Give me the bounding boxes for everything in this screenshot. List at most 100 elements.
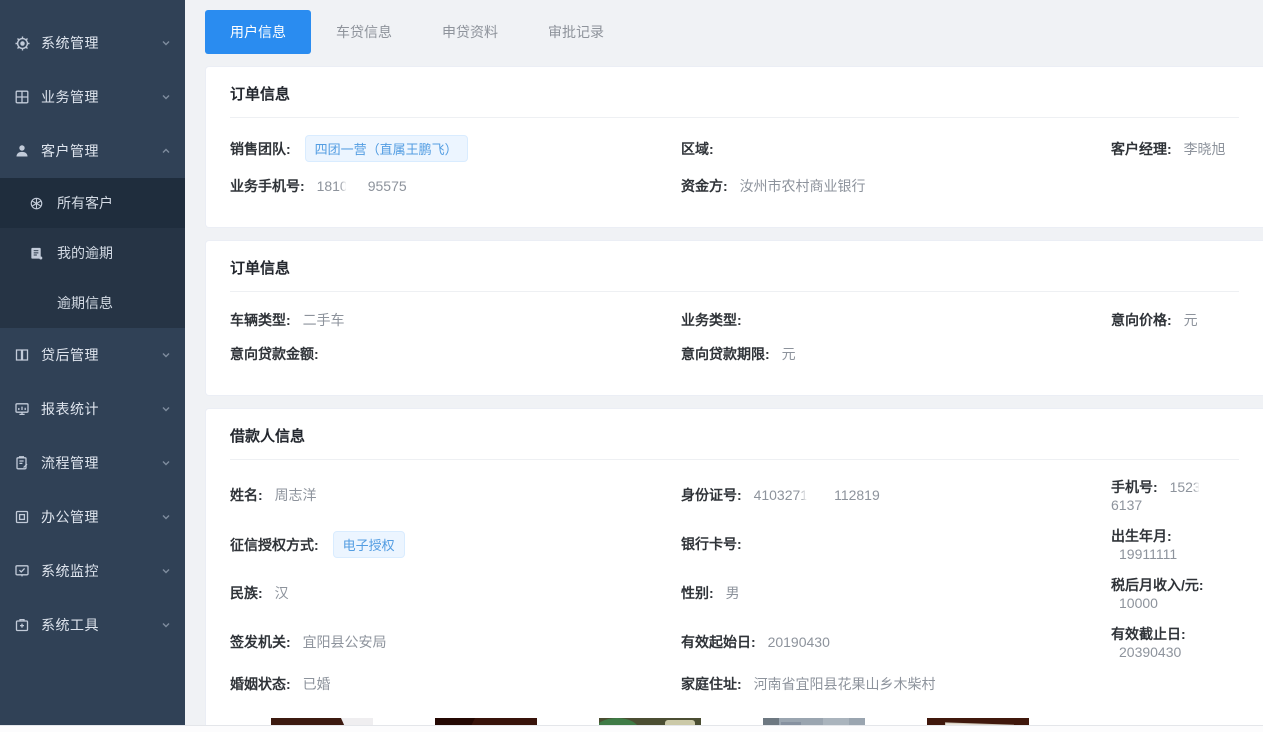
sidebar-item-system-tools[interactable]: 系统工具: [0, 598, 185, 652]
field-value: 20190430: [768, 634, 830, 650]
sidebar-subitem-label: 所有客户: [57, 193, 113, 213]
field-birth-date: 出生年月: 19911111: [1111, 526, 1239, 562]
tab-user-info[interactable]: 用户信息: [205, 10, 311, 54]
book-open-icon: [13, 346, 31, 364]
field-id-number: 身份证号: 4103271112819: [681, 485, 1111, 505]
chevron-down-icon: [161, 458, 171, 468]
field-label: 银行卡号:: [681, 536, 742, 552]
detail-tabbar: 用户信息 车贷信息 申贷资料 审批记录: [205, 10, 1263, 54]
field-row: 征信授权方式: 电子授权 银行卡号: 出生年月: 19911111: [230, 526, 1239, 562]
field-value: 周志洋: [275, 487, 317, 503]
wheel-icon: [28, 195, 45, 212]
sidebar-item-process-management[interactable]: 流程管理: [0, 436, 185, 490]
sidebar-item-label: 流程管理: [41, 453, 161, 473]
chevron-down-icon: [161, 512, 171, 522]
sidebar-item-label: 系统工具: [41, 615, 161, 635]
field-credit-authorization: 征信授权方式: 电子授权: [230, 531, 681, 558]
field-account-manager: 客户经理: 李晓旭: [1111, 139, 1239, 159]
sidebar-subitem-overdue-info[interactable]: 逾期信息: [0, 278, 185, 328]
field-business-phone: 业务手机号: 181095575: [230, 176, 681, 196]
sidebar-item-post-loan-management[interactable]: 贷后管理: [0, 328, 185, 382]
field-value: 汝州市农村商业银行: [740, 178, 866, 194]
field-intended-price: 意向价格: 元: [1111, 310, 1239, 330]
field-label: 意向贷款金额:: [230, 346, 319, 362]
field-monthly-income: 税后月收入/元: 10000: [1111, 575, 1239, 611]
field-region: 区域:: [681, 139, 1111, 159]
card-title: 订单信息: [230, 257, 1239, 292]
grid-icon: [13, 88, 31, 106]
field-value: 男: [726, 585, 740, 601]
horizontal-scrollbar[interactable]: [0, 725, 1263, 732]
chevron-down-icon: [161, 566, 171, 576]
sidebar-item-office-management[interactable]: 办公管理: [0, 490, 185, 544]
field-label: 签发机关:: [230, 634, 291, 650]
credit-authorization-tag[interactable]: 电子授权: [333, 531, 405, 558]
field-home-address: 家庭住址: 河南省宜阳县花果山乡木柴村: [681, 674, 1111, 694]
tab-car-loan-info[interactable]: 车贷信息: [311, 10, 417, 54]
sidebar-item-customer-management[interactable]: 客户管理: [0, 124, 185, 178]
order-info-card: 订单信息 销售团队: 四团一营（直属王鹏飞） 区域: 客户经理: 李晓旭 业务手…: [205, 66, 1263, 228]
field-label: 有效截止日:: [1111, 626, 1186, 642]
sidebar-item-label: 系统管理: [41, 33, 161, 53]
tab-approval-records[interactable]: 审批记录: [523, 10, 629, 54]
field-label: 意向价格:: [1111, 312, 1172, 328]
field-label: 性别:: [681, 585, 714, 601]
field-label: 资金方:: [681, 178, 728, 194]
field-label: 税后月收入/元:: [1111, 577, 1204, 593]
square-in-square-icon: [13, 508, 31, 526]
field-row: 婚姻状态: 已婚 家庭住址: 河南省宜阳县花果山乡木柴村: [230, 673, 1239, 694]
field-gender: 性别: 男: [681, 583, 1111, 603]
field-marital-status: 婚姻状态: 已婚: [230, 674, 681, 694]
sales-team-tag[interactable]: 四团一营（直属王鹏飞）: [305, 135, 468, 162]
chevron-up-icon: [161, 146, 171, 156]
tab-loan-application-materials[interactable]: 申贷资料: [417, 10, 523, 54]
field-funder: 资金方: 汝州市农村商业银行: [681, 176, 1111, 196]
field-value: 19911111: [1119, 546, 1177, 562]
sidebar-item-label: 贷后管理: [41, 345, 161, 365]
field-valid-from: 有效起始日: 20190430: [681, 632, 1111, 652]
field-valid-to: 有效截止日: 20390430: [1111, 624, 1239, 660]
sidebar: 系统管理 业务管理 客户管理 所有客户: [0, 0, 185, 732]
field-vehicle-type: 车辆类型: 二手车: [230, 310, 681, 330]
field-business-type: 业务类型:: [681, 310, 1111, 330]
field-issuing-authority: 签发机关: 宜阳县公安局: [230, 632, 681, 652]
field-value: 4103271112819: [754, 487, 880, 503]
field-label: 出生年月:: [1111, 528, 1172, 544]
field-label: 区域:: [681, 141, 714, 157]
sidebar-subitem-all-customers[interactable]: 所有客户: [0, 178, 185, 228]
field-name: 姓名: 周志洋: [230, 485, 681, 505]
field-value: 元: [782, 346, 796, 362]
redaction-blur: [1199, 479, 1225, 494]
field-value: 宜阳县公安局: [303, 634, 387, 650]
field-label: 征信授权方式:: [230, 537, 319, 553]
sidebar-item-system-monitor[interactable]: 系统监控: [0, 544, 185, 598]
card-title: 借款人信息: [230, 425, 1239, 460]
sidebar-item-report-statistics[interactable]: 报表统计: [0, 382, 185, 436]
sidebar-item-label: 客户管理: [41, 141, 161, 161]
sidebar-item-system-management[interactable]: 系统管理: [0, 16, 185, 70]
field-ethnicity: 民族: 汉: [230, 583, 681, 603]
field-row: 意向贷款金额: 意向贷款期限: 元: [230, 343, 1239, 364]
field-row: 业务手机号: 181095575 资金方: 汝州市农村商业银行: [230, 175, 1239, 196]
field-label: 业务类型:: [681, 312, 742, 328]
sidebar-item-label: 业务管理: [41, 87, 161, 107]
sidebar-subitem-my-overdue[interactable]: 我的逾期: [0, 228, 185, 278]
sidebar-item-business-management[interactable]: 业务管理: [0, 70, 185, 124]
field-row: 姓名: 周志洋 身份证号: 4103271112819 手机号: 1523613…: [230, 477, 1239, 513]
field-value: 20390430: [1119, 644, 1181, 660]
field-label: 手机号:: [1111, 479, 1158, 495]
field-row: 销售团队: 四团一营（直属王鹏飞） 区域: 客户经理: 李晓旭: [230, 135, 1239, 162]
field-value: 汉: [275, 585, 289, 601]
field-label: 客户经理:: [1111, 141, 1172, 157]
monitor-chart-icon: [13, 400, 31, 418]
field-label: 有效起始日:: [681, 634, 756, 650]
clipboard-icon: [13, 454, 31, 472]
field-value: 河南省宜阳县花果山乡木柴村: [754, 676, 936, 692]
field-bank-card: 银行卡号:: [681, 534, 1111, 554]
borrower-info-card: 借款人信息 姓名: 周志洋 身份证号: 4103271112819 手机号: 1…: [205, 408, 1263, 732]
field-label: 意向贷款期限:: [681, 346, 770, 362]
chevron-down-icon: [161, 38, 171, 48]
field-sales-team: 销售团队: 四团一营（直属王鹏飞）: [230, 135, 681, 162]
field-label: 姓名:: [230, 487, 263, 503]
sidebar-subitem-label: 我的逾期: [57, 243, 113, 263]
